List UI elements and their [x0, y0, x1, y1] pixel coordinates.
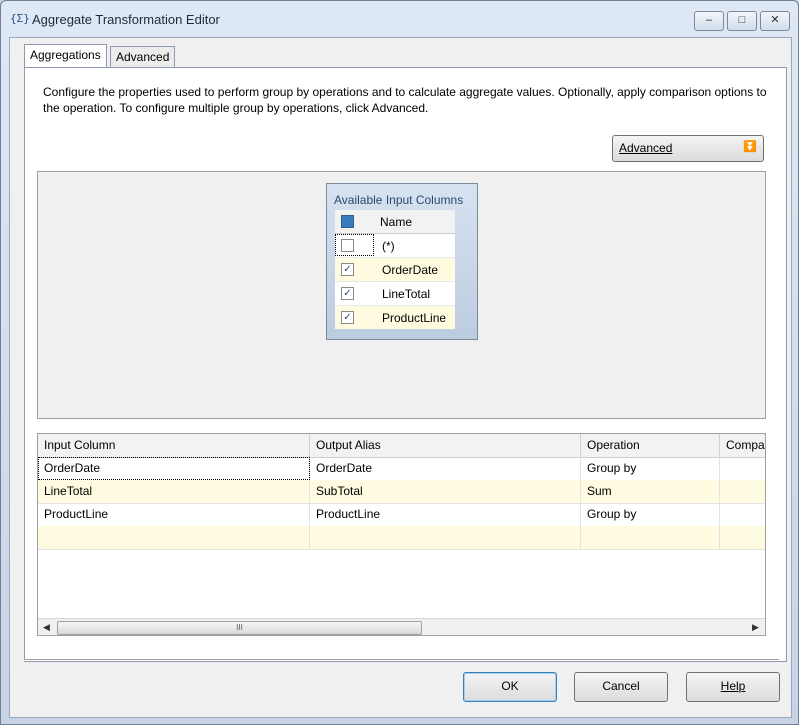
aggregation-grid: Input Column Output Alias Operation Comp…	[37, 433, 766, 636]
advanced-toggle-button[interactable]: Advanced ⏬	[612, 135, 764, 162]
checkbox-orderdate[interactable]: ✓	[341, 263, 354, 276]
cell-operation[interactable]: Sum	[581, 480, 720, 503]
cell-comparison[interactable]	[720, 457, 766, 480]
cell-operation[interactable]	[581, 526, 720, 549]
grid-header-row: Input Column Output Alias Operation Comp…	[38, 434, 765, 458]
cell-operation[interactable]: Group by	[581, 457, 720, 480]
available-input-columns-box[interactable]: Available Input Columns Name (*) ✓	[326, 183, 478, 340]
column-row-all: (*)	[335, 234, 455, 258]
window-title: Aggregate Transformation Editor	[32, 12, 220, 27]
aggregations-panel: Configure the properties used to perform…	[24, 67, 787, 662]
header-input-column[interactable]: Input Column	[38, 434, 310, 457]
header-operation[interactable]: Operation	[581, 434, 720, 457]
table-row[interactable]: LineTotal SubTotal Sum	[38, 480, 765, 504]
table-row[interactable]: OrderDate OrderDate Group by	[38, 457, 765, 481]
column-name: (*)	[382, 239, 395, 253]
title-bar[interactable]: {Σ} Aggregate Transformation Editor – □ …	[1, 1, 798, 37]
dialog-client: Aggregations Advanced Configure the prop…	[9, 37, 792, 718]
footer-separator	[24, 659, 779, 661]
table-row[interactable]: ProductLine ProductLine Group by	[38, 503, 765, 527]
scrollbar-thumb[interactable]: III	[57, 621, 422, 635]
header-comparison[interactable]: Compar	[720, 434, 766, 457]
column-row-productline: ✓ ProductLine	[335, 306, 455, 329]
editor-window: {Σ} Aggregate Transformation Editor – □ …	[0, 0, 799, 725]
cell-output-alias[interactable]: OrderDate	[310, 457, 581, 480]
cell-comparison[interactable]	[720, 480, 766, 503]
horizontal-scrollbar[interactable]: ◀ III ▶	[38, 618, 765, 636]
description-text: Configure the properties used to perform…	[43, 84, 771, 116]
tab-aggregations[interactable]: Aggregations	[24, 44, 107, 67]
available-columns-header: Available Input Columns	[334, 193, 463, 207]
cell-comparison[interactable]	[720, 526, 766, 549]
double-chevron-down-icon: ⏬	[743, 140, 757, 153]
cell-input-column[interactable]: LineTotal	[38, 480, 310, 503]
select-all-checkbox[interactable]	[341, 215, 354, 228]
header-output-alias[interactable]: Output Alias	[310, 434, 581, 457]
advanced-button-label: Advanced	[619, 141, 672, 155]
checkbox-productline[interactable]: ✓	[341, 311, 354, 324]
aggregate-transform-icon: {Σ}	[10, 11, 26, 27]
cell-output-alias[interactable]: SubTotal	[310, 480, 581, 503]
cell-input-column[interactable]	[38, 526, 310, 549]
columns-canvas: Available Input Columns Name (*) ✓	[37, 171, 766, 419]
ok-button[interactable]: OK	[463, 672, 557, 702]
cancel-button[interactable]: Cancel	[574, 672, 668, 702]
cell-output-alias[interactable]: ProductLine	[310, 503, 581, 526]
help-button[interactable]: Help	[686, 672, 780, 702]
restore-button[interactable]: □	[727, 11, 757, 31]
cell-operation[interactable]: Group by	[581, 503, 720, 526]
tab-advanced[interactable]: Advanced	[110, 46, 175, 67]
cell-comparison[interactable]	[720, 503, 766, 526]
scroll-right-icon[interactable]: ▶	[752, 622, 759, 633]
column-name: LineTotal	[382, 287, 430, 301]
column-name: ProductLine	[382, 311, 446, 325]
table-row-new[interactable]	[38, 526, 765, 550]
column-row-linetotal: ✓ LineTotal	[335, 282, 455, 306]
close-button[interactable]: ✕	[760, 11, 790, 31]
grip-icon: III	[236, 623, 243, 632]
minimize-button[interactable]: –	[694, 11, 724, 31]
scroll-left-icon[interactable]: ◀	[43, 622, 50, 633]
columns-list-header: Name	[335, 210, 455, 234]
name-column-header: Name	[380, 215, 412, 229]
cell-input-column[interactable]: ProductLine	[38, 503, 310, 526]
checkbox-all[interactable]	[341, 239, 354, 252]
available-columns-list: Name (*) ✓ OrderDate ✓	[335, 210, 455, 329]
column-name: OrderDate	[382, 263, 438, 277]
column-row-orderdate: ✓ OrderDate	[335, 258, 455, 282]
cell-output-alias[interactable]	[310, 526, 581, 549]
checkbox-linetotal[interactable]: ✓	[341, 287, 354, 300]
cell-input-column[interactable]: OrderDate	[38, 457, 310, 480]
